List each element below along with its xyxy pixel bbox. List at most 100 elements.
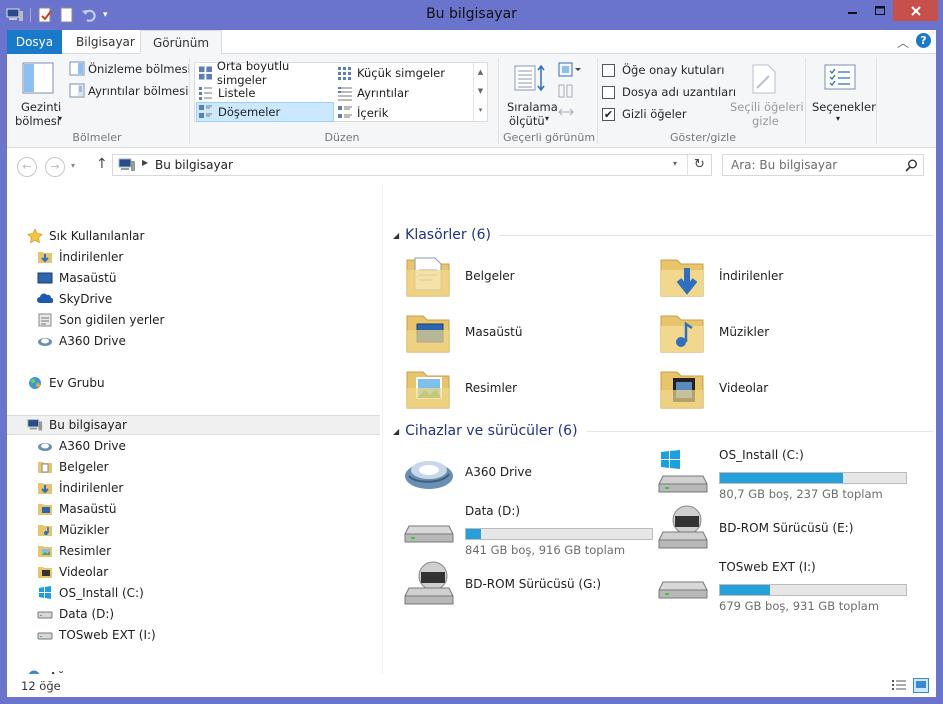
ribbon-separator — [805, 58, 806, 144]
nav-favorites-skydrive[interactable]: SkyDrive — [37, 289, 112, 309]
device-tile-bd-rom-e[interactable]: BD-ROM Sürücüsü (E:) — [657, 502, 907, 554]
layout-list[interactable]: Listele — [196, 83, 334, 103]
nav-favorites-recent-places[interactable]: Son gidilen yerler — [37, 310, 165, 330]
nav-this-pc-os-install[interactable]: OS_Install (C:) — [37, 583, 144, 603]
device-tile-data[interactable]: Data (D:) 841 GB boş, 916 GB toplam — [403, 502, 653, 557]
item-count: 12 öğe — [21, 679, 61, 693]
folder-tile-pictures[interactable]: Resimler — [403, 362, 653, 414]
nav-homegroup[interactable]: Ev Grubu — [27, 373, 105, 393]
up-arrow-icon[interactable]: ↑ — [96, 156, 108, 172]
nav-this-pc-a360-label: A360 Drive — [59, 439, 126, 453]
layout-content-label: İçerik — [357, 106, 389, 120]
sort-by-label-line1: Sıralama — [507, 100, 558, 114]
folder-tile-music[interactable]: Müzikler — [657, 306, 907, 358]
nav-this-pc-a360[interactable]: A360 Drive — [37, 436, 126, 456]
nav-favorites-a360[interactable]: A360 Drive — [37, 331, 126, 351]
nav-favorites-desktop[interactable]: Masaüstü — [37, 268, 116, 288]
hidden-items-checkbox[interactable]: ✔ — [602, 108, 615, 121]
collapse-group-icon[interactable]: ◢ — [393, 231, 399, 240]
layout-small-icons[interactable]: Küçük simgeler — [335, 63, 473, 83]
gallery-down-icon[interactable]: ▼ — [474, 82, 487, 101]
device-tile-a360[interactable]: A360 Drive — [403, 446, 653, 498]
folder-tile-downloads[interactable]: İndirilenler — [657, 250, 907, 302]
gallery-up-icon[interactable]: ▲ — [474, 63, 487, 82]
nav-this-pc-videos[interactable]: Videolar — [37, 562, 108, 582]
add-columns-icon[interactable] — [558, 83, 574, 99]
layout-details[interactable]: Ayrıntılar — [335, 83, 473, 103]
close-button[interactable] — [893, 0, 938, 21]
list-icon — [199, 87, 212, 100]
device-tile-tosweb[interactable]: TOSweb EXT (I:) 679 GB boş, 931 GB topla… — [657, 558, 907, 613]
nav-this-pc-pictures[interactable]: Resimler — [37, 541, 111, 561]
folder-tile-desktop[interactable]: Masaüstü — [403, 306, 653, 358]
layout-tiles[interactable]: Döşemeler — [196, 102, 334, 122]
nav-this-pc-downloads[interactable]: İndirilenler — [37, 478, 123, 498]
nav-favorites-a360-label: A360 Drive — [59, 334, 126, 348]
device-name: BD-ROM Sürücüsü (G:) — [465, 577, 602, 591]
folders-group-header[interactable]: ◢ Klasörler (6) — [393, 225, 933, 245]
nav-this-pc-music[interactable]: Müzikler — [37, 520, 109, 540]
large-icons-view-icon[interactable] — [913, 678, 929, 693]
layout-small-icons-label: Küçük simgeler — [357, 66, 445, 80]
tab-file[interactable]: Dosya — [7, 30, 62, 54]
nav-this-pc-data[interactable]: Data (D:) — [37, 604, 114, 624]
homegroup-icon — [29, 377, 41, 389]
nav-this-pc-documents[interactable]: Belgeler — [37, 457, 109, 477]
address-bar[interactable]: ▶ Bu bilgisayar ▾ ↻ — [112, 154, 712, 176]
minimize-button[interactable] — [839, 0, 866, 21]
window-frame: ▾ Bu bilgisayar Dosya Bilgisayar Görünüm… — [0, 0, 943, 704]
nav-this-pc-tosweb[interactable]: TOSweb EXT (I:) — [37, 625, 156, 645]
music-folder-icon — [660, 315, 704, 353]
preview-pane-label: Önizleme bölmesi — [88, 62, 191, 76]
documents-folder-icon — [38, 462, 52, 473]
a360-drive-icon — [405, 461, 453, 489]
nav-this-pc-videos-label: Videolar — [59, 565, 109, 579]
layout-content[interactable]: İçerik — [335, 103, 473, 123]
search-icon[interactable] — [905, 159, 918, 172]
nav-this-pc-desktop-label: Masaüstü — [59, 502, 117, 516]
recent-locations-icon[interactable]: ▾ — [71, 161, 75, 170]
nav-favorites-downloads[interactable]: İndirilenler — [37, 247, 123, 267]
tab-view[interactable]: Görünüm — [140, 30, 223, 55]
size-columns-icon[interactable] — [558, 104, 574, 120]
details-view-icon[interactable] — [891, 679, 907, 693]
forward-button[interactable]: → — [45, 157, 65, 177]
layout-medium-icons[interactable]: Orta boyutlu simgeler — [196, 59, 334, 87]
sort-by-icon — [514, 64, 545, 92]
devices-group-header[interactable]: ◢ Cihazlar ve sürücüler (6) — [393, 421, 933, 441]
breadcrumb-separator-icon[interactable]: ▶ — [142, 158, 148, 167]
small-icons-icon — [338, 67, 351, 80]
drive-usage-bar — [719, 472, 907, 484]
hide-selected-label-line1: Seçili öğeleri — [730, 100, 804, 114]
gallery-more-icon[interactable]: ▾ — [474, 101, 487, 120]
device-tile-bd-rom-g[interactable]: BD-ROM Sürücüsü (G:) — [403, 558, 653, 610]
device-tile-os-install[interactable]: OS_Install (C:) 80,7 GB boş, 237 GB topl… — [657, 446, 907, 501]
folder-tile-documents[interactable]: Belgeler — [403, 250, 653, 302]
status-bar: 12 öğe — [7, 674, 936, 697]
tab-computer[interactable]: Bilgisayar — [64, 30, 147, 54]
pictures-folder-icon — [38, 546, 52, 557]
search-input[interactable]: Ara: Bu bilgisayar — [731, 158, 837, 172]
hard-drive-icon — [37, 611, 53, 619]
item-checkboxes-checkbox[interactable] — [602, 64, 615, 77]
nav-this-pc[interactable]: Bu bilgisayar — [7, 415, 380, 435]
breadcrumb-this-pc[interactable]: Bu bilgisayar — [155, 158, 233, 172]
folder-tile-videos[interactable]: Videolar — [657, 362, 907, 414]
gallery-scroll[interactable]: ▲ ▼ ▾ — [473, 63, 487, 121]
group-by-icon[interactable] — [558, 62, 582, 78]
folder-name: Resimler — [465, 381, 518, 395]
nav-this-pc-desktop[interactable]: Masaüstü — [37, 499, 116, 519]
maximize-button[interactable] — [866, 0, 893, 21]
refresh-icon[interactable]: ↻ — [687, 155, 711, 175]
help-icon[interactable]: ? — [916, 33, 931, 48]
a360-drive-icon — [38, 443, 52, 451]
file-extensions-checkbox[interactable] — [602, 86, 615, 99]
search-box[interactable]: Ara: Bu bilgisayar — [722, 154, 924, 176]
collapse-group-icon[interactable]: ◢ — [393, 427, 399, 436]
navigation-pane-label-line2: bölmesi — [15, 114, 60, 128]
nav-favorites[interactable]: Sık Kullanılanlar — [27, 226, 144, 246]
address-history-icon[interactable]: ▾ — [673, 159, 677, 168]
minimize-ribbon-icon[interactable]: ︿ — [897, 34, 909, 51]
back-button[interactable]: ← — [17, 157, 37, 177]
item-checkboxes-label: Öğe onay kutuları — [622, 63, 725, 77]
